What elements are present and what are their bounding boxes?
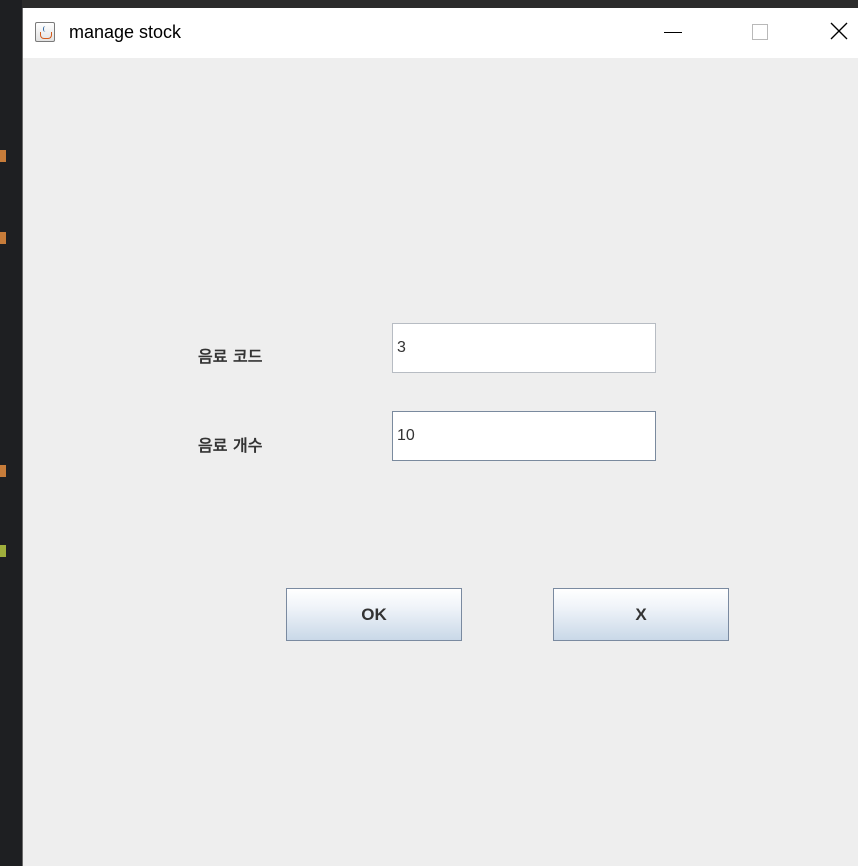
editor-marker [0, 545, 6, 557]
close-icon[interactable] [813, 8, 858, 58]
title-bar[interactable]: manage stock [23, 8, 858, 58]
java-icon [35, 22, 55, 42]
beverage-code-label: 음료 코드 [198, 347, 263, 366]
beverage-count-input[interactable] [392, 411, 656, 461]
background-editor-strip [0, 0, 22, 866]
beverage-count-label: 음료 개수 [198, 436, 263, 455]
editor-marker [0, 150, 6, 162]
maximize-icon[interactable] [737, 8, 783, 58]
ok-button[interactable]: OK [286, 588, 462, 641]
editor-marker [0, 232, 6, 244]
editor-marker [0, 465, 6, 477]
manage-stock-window: manage stock 음료 코드 음료 개수 OK X [22, 8, 858, 866]
minimize-icon[interactable] [647, 8, 693, 58]
window-title: manage stock [69, 22, 182, 42]
cancel-button[interactable]: X [553, 588, 729, 641]
beverage-code-input[interactable] [392, 323, 656, 373]
